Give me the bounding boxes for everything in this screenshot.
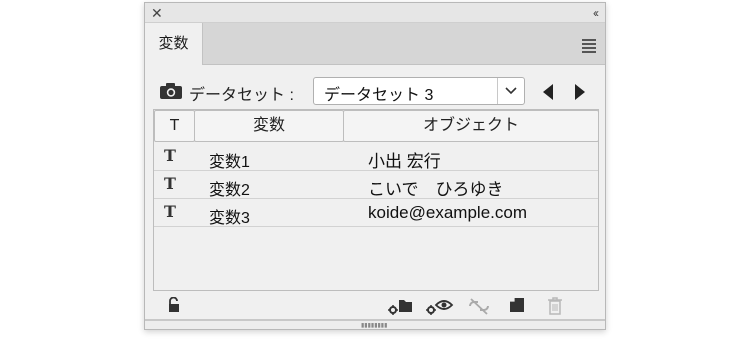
close-icon[interactable]: ✕ bbox=[151, 4, 163, 22]
chevron-down-icon[interactable] bbox=[497, 78, 524, 104]
variable-object: koide@example.com bbox=[368, 203, 527, 222]
tab-variables[interactable]: 変数 bbox=[145, 23, 203, 65]
camera-icon[interactable] bbox=[159, 83, 183, 99]
grip-icon: ▮▮▮▮▮▮▮▮ bbox=[361, 323, 388, 329]
make-dynamic-object-icon[interactable] bbox=[388, 297, 414, 315]
column-header-type[interactable]: T bbox=[154, 110, 195, 142]
dataset-select-value: データセット 3 bbox=[324, 87, 434, 104]
text-variable-icon: T bbox=[164, 202, 176, 221]
next-dataset-icon[interactable] bbox=[573, 84, 587, 100]
variable-object: こいで ひろゆき bbox=[368, 180, 504, 199]
variables-panel: ✕ ‹‹ 変数 データセット : データセット 3 T 変数 オブジェクト T … bbox=[144, 2, 606, 330]
text-variable-icon: T bbox=[164, 174, 176, 193]
column-header-object[interactable]: オブジェクト bbox=[343, 110, 599, 142]
column-header-variable[interactable]: 変数 bbox=[194, 110, 344, 142]
dataset-select[interactable]: データセット 3 bbox=[313, 77, 525, 105]
dataset-row: データセット : データセット 3 bbox=[159, 77, 589, 105]
dataset-label: データセット : bbox=[189, 87, 294, 104]
lock-icon[interactable] bbox=[167, 297, 181, 313]
unbind-icon[interactable] bbox=[467, 297, 491, 315]
panel-menu-icon[interactable] bbox=[582, 39, 596, 55]
variable-object: 小出 宏行 bbox=[368, 152, 441, 171]
text-variable-icon: T bbox=[164, 146, 176, 165]
variable-name: 変数1 bbox=[209, 154, 250, 171]
variable-name: 変数2 bbox=[209, 182, 250, 199]
table-row[interactable]: T 変数2 こいで ひろゆき bbox=[154, 171, 598, 199]
panel-title-bar[interactable]: ✕ ‹‹ bbox=[145, 3, 605, 23]
previous-dataset-icon[interactable] bbox=[541, 84, 555, 100]
panel-footer bbox=[145, 291, 605, 319]
delete-icon[interactable] bbox=[547, 297, 563, 315]
make-dynamic-visibility-icon[interactable] bbox=[426, 297, 454, 315]
variables-table: T 変数 オブジェクト T 変数1 小出 宏行 T 変数2 こいで ひろゆき T… bbox=[153, 109, 599, 291]
table-row[interactable]: T 変数1 小出 宏行 bbox=[154, 143, 598, 171]
resize-grip[interactable]: ▮▮▮▮▮▮▮▮ bbox=[145, 319, 605, 329]
table-header: T 変数 オブジェクト bbox=[154, 110, 599, 142]
new-variable-icon[interactable] bbox=[509, 297, 525, 313]
variable-name: 変数3 bbox=[209, 210, 250, 227]
tab-bar: 変数 bbox=[145, 23, 605, 65]
table-row[interactable]: T 変数3 koide@example.com bbox=[154, 199, 598, 227]
collapse-icon[interactable]: ‹‹ bbox=[593, 4, 599, 22]
